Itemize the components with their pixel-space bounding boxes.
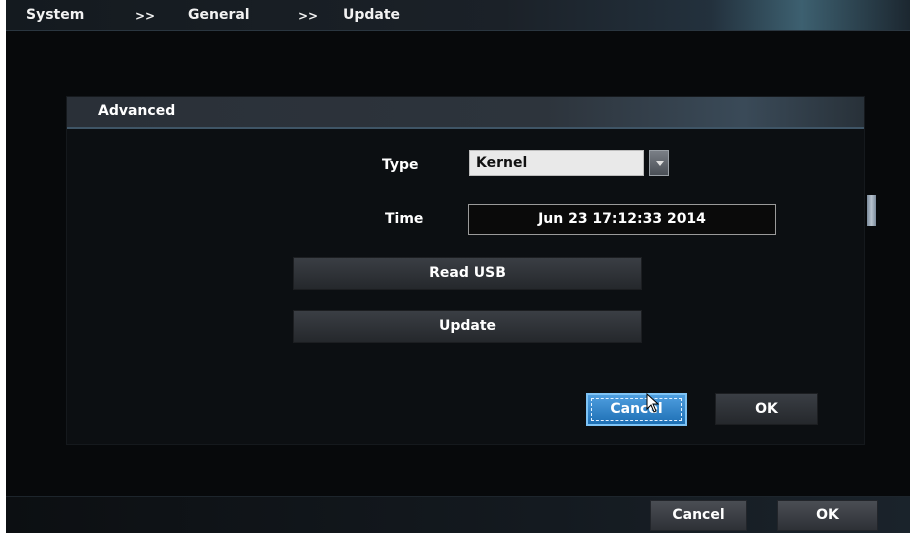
read-usb-button[interactable]: Read USB — [293, 257, 642, 290]
footer-bar: Cancel OK — [6, 496, 910, 533]
dropdown-arrow-icon[interactable] — [649, 150, 669, 176]
footer-cancel-button[interactable]: Cancel — [650, 500, 747, 531]
dialog-ok-button[interactable]: OK — [715, 393, 818, 425]
footer-ok-button[interactable]: OK — [777, 500, 878, 531]
dvr-screen: System >> General >> Update Advanced Typ… — [6, 0, 910, 533]
breadcrumb-update: Update — [343, 7, 401, 23]
time-field: Jun 23 17:12:33 2014 — [468, 204, 776, 235]
time-label: Time — [385, 211, 424, 227]
dialog-header: Advanced — [67, 97, 864, 129]
scrollbar-thumb[interactable] — [867, 195, 876, 226]
breadcrumb: System >> General >> Update — [6, 0, 910, 31]
breadcrumb-system[interactable]: System — [26, 7, 84, 23]
breadcrumb-separator: >> — [135, 9, 156, 23]
type-select-value: Kernel — [476, 155, 528, 171]
time-value: Jun 23 17:12:33 2014 — [538, 211, 706, 227]
dialog-title: Advanced — [98, 103, 176, 119]
breadcrumb-general[interactable]: General — [188, 7, 250, 23]
type-label: Type — [382, 157, 419, 173]
mouse-pointer-icon — [646, 393, 660, 413]
update-button[interactable]: Update — [293, 310, 642, 343]
type-select[interactable]: Kernel — [469, 150, 644, 176]
advanced-dialog: Advanced Type Kernel Time Jun 23 17:12:3… — [66, 96, 876, 445]
dialog-cancel-button[interactable]: Cancel — [586, 393, 687, 426]
breadcrumb-separator: >> — [298, 9, 319, 23]
